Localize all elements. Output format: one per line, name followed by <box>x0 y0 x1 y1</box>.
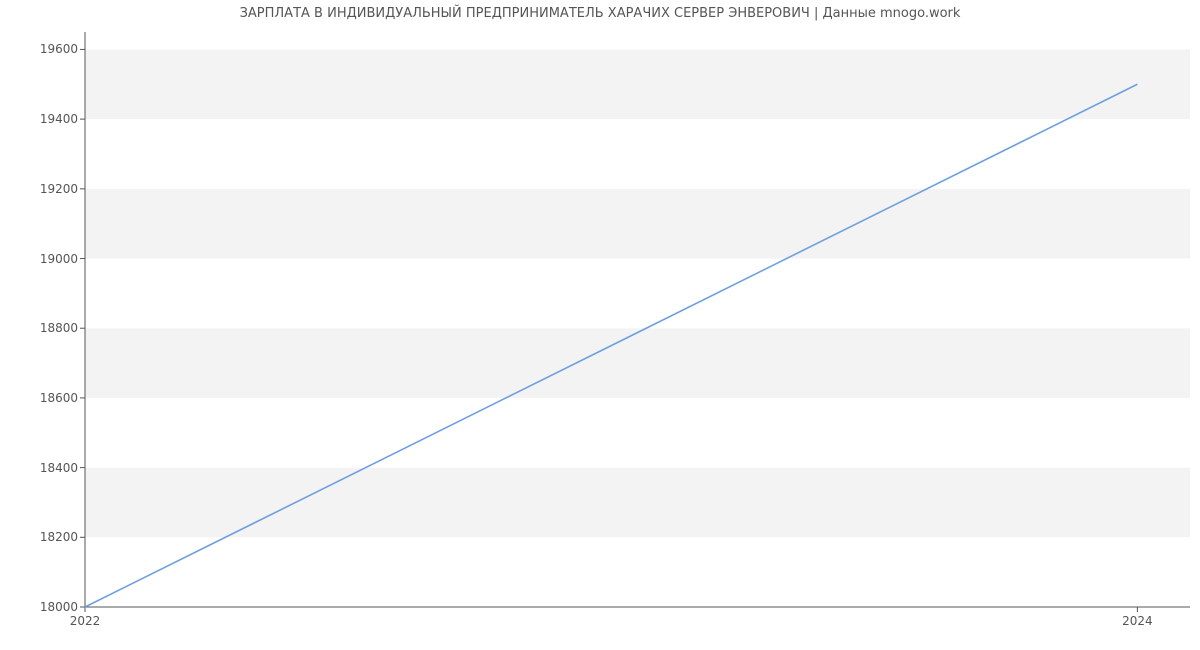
y-tick-label: 19200 <box>8 182 78 196</box>
plot-area <box>85 32 1190 607</box>
y-tick-label: 18400 <box>8 461 78 475</box>
y-tick-label: 19600 <box>8 42 78 56</box>
x-tick-label: 2022 <box>70 614 101 628</box>
chart-container: ЗАРПЛАТА В ИНДИВИДУАЛЬНЫЙ ПРЕДПРИНИМАТЕЛ… <box>0 0 1200 650</box>
y-tick-label: 18000 <box>8 600 78 614</box>
x-tick-label: 2024 <box>1122 614 1153 628</box>
y-tick-label: 19400 <box>8 112 78 126</box>
y-tick-label: 18200 <box>8 530 78 544</box>
grid-bands <box>85 32 1190 607</box>
y-tick-marks <box>80 49 85 607</box>
y-tick-label: 19000 <box>8 252 78 266</box>
chart-title: ЗАРПЛАТА В ИНДИВИДУАЛЬНЫЙ ПРЕДПРИНИМАТЕЛ… <box>0 6 1200 21</box>
y-tick-label: 18800 <box>8 321 78 335</box>
y-tick-label: 18600 <box>8 391 78 405</box>
x-tick-marks <box>85 607 1137 612</box>
